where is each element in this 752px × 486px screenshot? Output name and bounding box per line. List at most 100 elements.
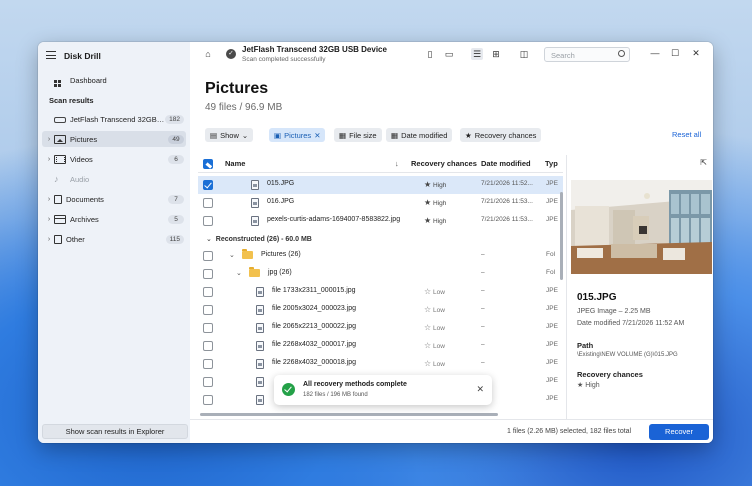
menu-icon[interactable] [46, 51, 56, 59]
search-input[interactable]: Search [544, 47, 630, 62]
star-icon: ★ [424, 198, 432, 207]
row-checkbox[interactable] [203, 180, 213, 190]
row-checkbox[interactable] [203, 359, 213, 369]
star-icon: ★ [577, 382, 584, 389]
calendar-icon: ▦ [391, 130, 399, 140]
image-file-icon [256, 305, 264, 315]
filter-recovery-chances[interactable]: ★ Recovery chances [460, 128, 542, 142]
page-subtitle: 49 files / 96.9 MB [205, 102, 283, 113]
table-row[interactable]: file 1733x2311_000015.jpg ☆ Low – JPE [198, 283, 563, 301]
table-row[interactable]: pexels-curtis-adams-1694007-8583822.jpg … [198, 212, 563, 230]
folder-icon[interactable]: ▭ [443, 48, 455, 60]
row-checkbox[interactable] [203, 287, 213, 297]
table-row[interactable]: file 2065x2213_000022.jpg ☆ Low – JPE [198, 319, 563, 337]
close-icon[interactable]: ✕ [314, 131, 320, 140]
maximize-icon[interactable]: ☐ [668, 47, 682, 59]
col-recovery[interactable]: Recovery chances [411, 159, 477, 168]
sidebar-item-audio: ♪ Audio [54, 173, 90, 184]
drive-icon [54, 116, 66, 123]
table-row[interactable]: file 2268x4032_000017.jpg ☆ Low – JPE [198, 337, 563, 355]
select-all-checkbox[interactable] [203, 159, 213, 169]
col-date[interactable]: Date modified [481, 159, 531, 168]
table-row[interactable]: 016.JPG ★ High 7/21/2026 11:53... JPE [198, 194, 563, 212]
reconstructed-group-header[interactable]: ⌄ Reconstructed (26) - 60.0 MB [206, 235, 312, 243]
vertical-scrollbar[interactable] [560, 192, 563, 280]
count-badge: 115 [165, 234, 184, 244]
table-row[interactable]: file 2005x3024_000023.jpg ☆ Low – JPE [198, 301, 563, 319]
preview-path-label: Path [577, 341, 594, 350]
selection-status: 1 files (2.26 MB) selected, 182 files to… [507, 428, 632, 435]
drive-name: JetFlash Transcend 32GB USB Device [242, 45, 387, 54]
row-checkbox[interactable] [203, 323, 213, 333]
filter-file-size[interactable]: ▦ File size [334, 128, 382, 142]
table-row[interactable]: 015.JPG ★ High 7/21/2026 11:52... JPE [198, 176, 563, 194]
preview-path-value: \Existing\NEW VOLUME (G)\015.JPG [577, 352, 678, 358]
filter-show[interactable]: ▤ Show ⌄ [205, 128, 254, 142]
star-outline-icon: ☆ [424, 341, 432, 350]
horizontal-scrollbar[interactable] [200, 413, 498, 416]
folder-row[interactable]: ⌄ jpg (26) – Fol [198, 265, 563, 283]
col-type[interactable]: Typ [545, 159, 558, 168]
check-circle-icon: ✓ [226, 49, 236, 59]
sort-arrow-icon[interactable]: ↓ [395, 159, 399, 168]
close-icon[interactable]: ✕ [476, 384, 484, 395]
image-file-icon [251, 180, 259, 190]
filter-date-modified[interactable]: ▦ Date modified [386, 128, 453, 142]
sidebar-item-drive[interactable]: JetFlash Transcend 32GB U... 182 [42, 111, 186, 127]
minimize-icon[interactable]: — [648, 47, 662, 59]
chevron-right-icon[interactable]: › [44, 236, 54, 243]
home-icon[interactable]: ⌂ [202, 48, 214, 60]
preview-pane-icon[interactable]: ◫ [518, 48, 530, 60]
row-checkbox[interactable] [203, 305, 213, 315]
video-icon [54, 154, 66, 164]
list-view-icon[interactable]: ☰ [471, 48, 483, 60]
chevron-right-icon[interactable]: › [44, 156, 54, 163]
grid-icon [54, 76, 66, 87]
chevron-right-icon[interactable]: › [44, 136, 54, 143]
app-window: Disk Drill Dashboard Scan results JetFla… [38, 42, 713, 443]
col-name[interactable]: Name [225, 159, 245, 168]
chevron-down-icon: ⌄ [241, 130, 249, 140]
file-icon [54, 234, 62, 244]
table-row[interactable]: file 2268x4032_000018.jpg ☆ Low – JPE [198, 355, 563, 373]
star-outline-icon: ☆ [424, 323, 432, 332]
image-file-icon [256, 395, 264, 405]
folder-row[interactable]: ⌄ Pictures (26) – Fol [198, 247, 563, 265]
scan-results-heading: Scan results [49, 96, 94, 105]
open-external-icon[interactable]: ⇱ [700, 158, 707, 167]
file-icon[interactable]: ▯ [424, 48, 436, 60]
star-icon: ★ [424, 180, 432, 189]
sidebar-item-other[interactable]: › Other 115 [42, 231, 186, 247]
image-file-icon [256, 287, 264, 297]
sidebar-item-videos[interactable]: › Videos 6 [42, 151, 186, 167]
chevron-right-icon[interactable]: › [44, 196, 54, 203]
toast-title: All recovery methods complete [303, 381, 407, 388]
sidebar-item-pictures[interactable]: › Pictures 49 [42, 131, 186, 147]
preview-recovery-value: High [585, 382, 600, 389]
chevron-down-icon[interactable]: ⌄ [229, 251, 235, 259]
row-checkbox[interactable] [203, 395, 213, 405]
sidebar-item-dashboard[interactable]: Dashboard [42, 72, 186, 88]
sidebar-item-archives[interactable]: › Archives 5 [42, 211, 186, 227]
row-checkbox[interactable] [203, 251, 213, 261]
row-checkbox[interactable] [203, 377, 213, 387]
table-header: Name ↓ Recovery chances Date modified Ty… [198, 155, 563, 173]
show-in-explorer-button[interactable]: Show scan results in Explorer [42, 424, 188, 439]
image-preview[interactable] [571, 180, 712, 274]
scan-status: Scan completed successfully [242, 56, 326, 63]
recover-button[interactable]: Recover [649, 424, 709, 440]
grid-view-icon[interactable]: ⊞ [490, 48, 502, 60]
chevron-right-icon[interactable]: › [44, 216, 54, 223]
reset-all-link[interactable]: Reset all [672, 130, 701, 139]
row-checkbox[interactable] [203, 341, 213, 351]
chevron-down-icon[interactable]: ⌄ [206, 236, 212, 243]
row-checkbox[interactable] [203, 198, 213, 208]
chevron-down-icon[interactable]: ⌄ [236, 269, 242, 277]
filter-pictures[interactable]: ▣ Pictures ✕ [269, 128, 326, 142]
row-checkbox[interactable] [203, 216, 213, 226]
sidebar-item-documents[interactable]: › Documents 7 [42, 191, 186, 207]
preview-file-name: 015.JPG [577, 292, 617, 303]
close-icon[interactable]: ✕ [689, 47, 703, 59]
row-checkbox[interactable] [203, 269, 213, 279]
filter-icon: ▤ [210, 130, 218, 140]
